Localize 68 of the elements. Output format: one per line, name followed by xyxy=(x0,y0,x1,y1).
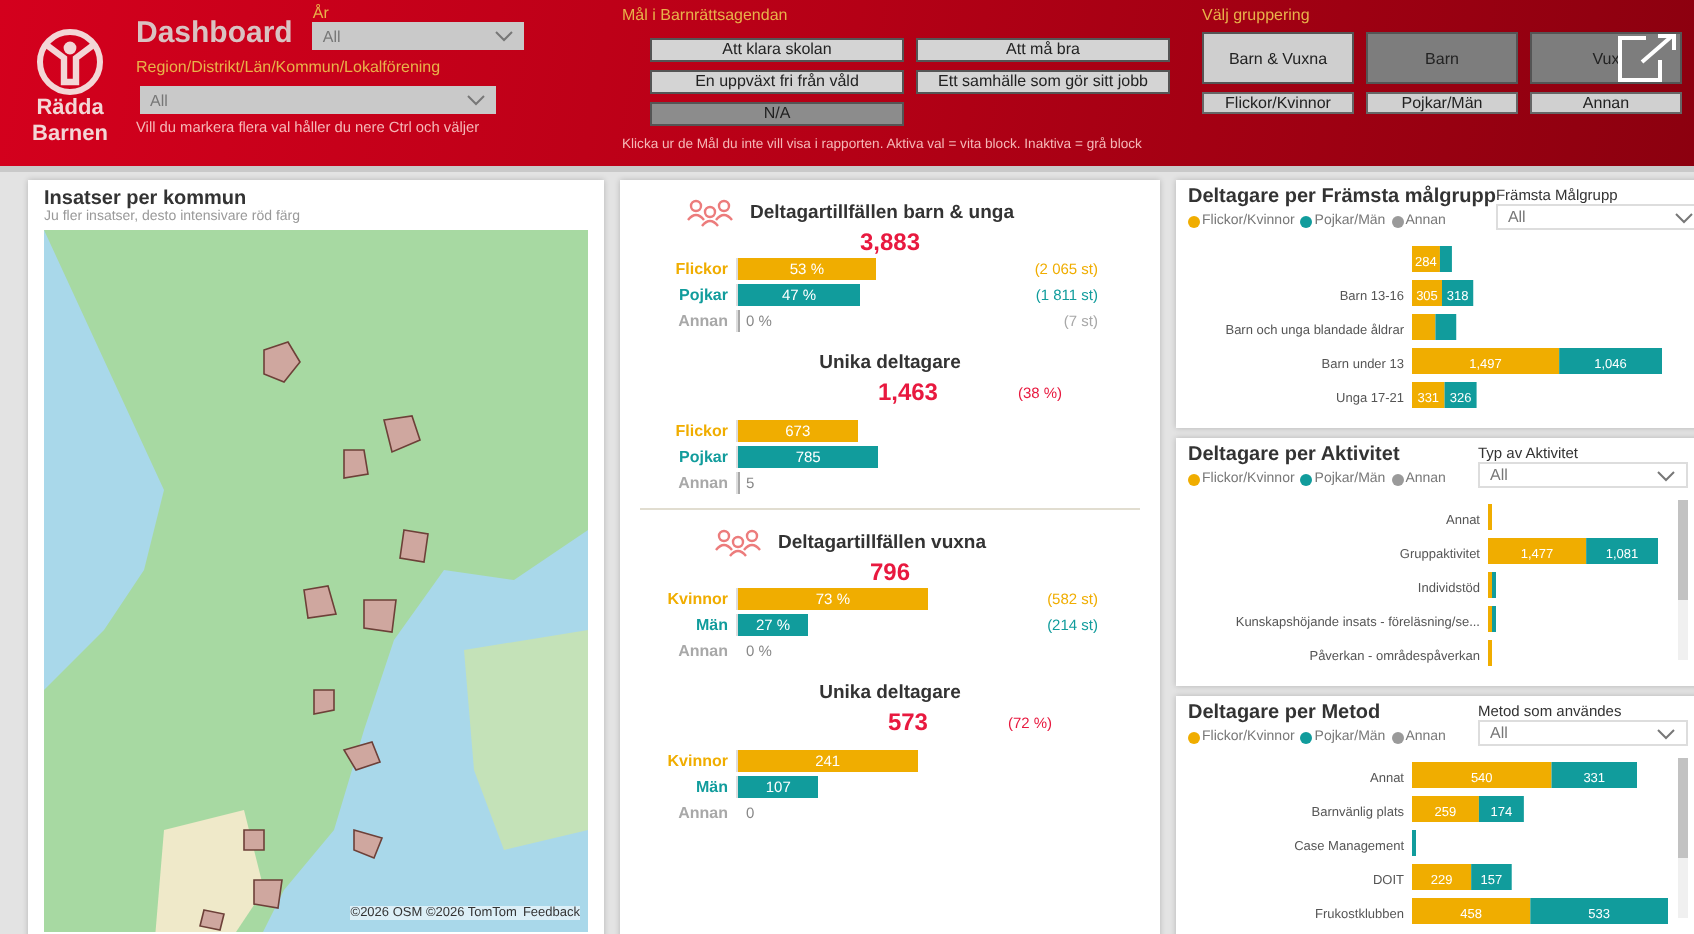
year-label: År xyxy=(312,4,331,22)
gender-label: Kvinnor xyxy=(665,752,728,770)
people-icon xyxy=(686,196,735,228)
goal-toggle-button[interactable]: Att må bra xyxy=(916,38,1170,62)
bar-segment xyxy=(1530,898,1668,924)
gender-label: Annan xyxy=(1530,92,1682,114)
gender-label: Pojkar xyxy=(677,286,728,304)
gender-label: Män xyxy=(694,616,728,634)
map-drawing[interactable] xyxy=(44,230,588,932)
goal-toggle-button[interactable]: Ett samhälle som gör sitt jobb xyxy=(916,70,1170,94)
gender-label: Pojkar xyxy=(677,448,728,466)
scrollbar[interactable] xyxy=(1678,758,1688,918)
chevron-icon xyxy=(466,94,486,106)
gender-label: Annan xyxy=(676,642,728,660)
grouping-button[interactable]: Barn & Vuxna xyxy=(1202,32,1354,84)
chart-title: Deltagare per Främsta målgrupp xyxy=(1188,186,1496,208)
bar-segment xyxy=(1444,382,1477,408)
grouping-button[interactable]: Barn xyxy=(1366,32,1518,84)
expand-icon[interactable] xyxy=(1618,32,1678,84)
gender-label: Pojkar/Män xyxy=(1366,92,1518,114)
people-icon xyxy=(713,526,762,558)
filter-dropdown[interactable]: All xyxy=(1478,720,1688,746)
gender-label: Annan xyxy=(676,312,728,330)
grouping-button[interactable]: Vux xyxy=(1530,32,1682,84)
chevron-icon xyxy=(1656,469,1676,481)
unique-total: 1,463 xyxy=(877,378,938,406)
gender-label: Annan xyxy=(676,474,728,492)
filter-dropdown[interactable]: All xyxy=(1478,462,1688,488)
gender-label: Annan xyxy=(676,804,728,822)
chevron-icon xyxy=(1673,211,1694,223)
bar-segment xyxy=(1435,314,1457,340)
summary-title: Deltagartillfällen barn & unga xyxy=(750,201,1014,223)
goals-label: Mål i Barnrättsagendan xyxy=(622,6,790,24)
goal-toggle-button[interactable]: Att klara skolan xyxy=(650,38,904,62)
dashboard-title: Dashboard xyxy=(136,16,293,50)
summary-total: 3,883 xyxy=(859,228,921,256)
grouping-label: Välj gruppering xyxy=(1202,6,1312,24)
bar-segment xyxy=(1412,280,1442,306)
chart-title: Deltagare per Aktivitet xyxy=(1188,444,1402,466)
map-title: Insatser per kommun xyxy=(44,188,249,210)
summary-total: 796 xyxy=(869,558,911,586)
child-figure-logo-icon xyxy=(36,28,104,96)
region-dropdown[interactable]: All xyxy=(140,86,496,114)
bar-segment xyxy=(1412,898,1531,924)
bar-segment xyxy=(1586,538,1658,564)
bar-segment xyxy=(1488,538,1587,564)
chart-title: Deltagare per Metod xyxy=(1188,702,1383,724)
gender-label: Flickor xyxy=(673,422,728,440)
unique-title: Unika deltagare xyxy=(819,352,961,374)
goal-toggle-button[interactable]: N/A xyxy=(650,102,904,126)
filter-dropdown[interactable]: All xyxy=(1495,204,1694,230)
logo-text: Rädda Barnen xyxy=(32,96,108,148)
gender-label: Flickor/Kvinnor xyxy=(1202,92,1354,114)
gender-label: Flickor xyxy=(673,260,728,278)
year-dropdown[interactable]: All xyxy=(312,22,525,50)
bar-segment xyxy=(1412,382,1445,408)
bar-segment xyxy=(1412,314,1436,340)
unique-total: 573 xyxy=(887,708,928,736)
chevron-icon xyxy=(1656,727,1676,739)
scrollbar[interactable] xyxy=(1678,500,1688,660)
bar-segment xyxy=(1442,280,1474,306)
gender-label: Män xyxy=(694,778,728,796)
gender-label: Kvinnor xyxy=(665,590,728,608)
summary-title: Deltagartillfällen vuxna xyxy=(777,531,986,553)
goal-toggle-button[interactable]: En uppväxt fri från våld xyxy=(650,70,904,94)
region-label: Region/Distrikt/Län/Kommun/Lokalförening xyxy=(136,58,443,76)
unique-title: Unika deltagare xyxy=(819,682,961,704)
chevron-icon xyxy=(494,30,515,42)
